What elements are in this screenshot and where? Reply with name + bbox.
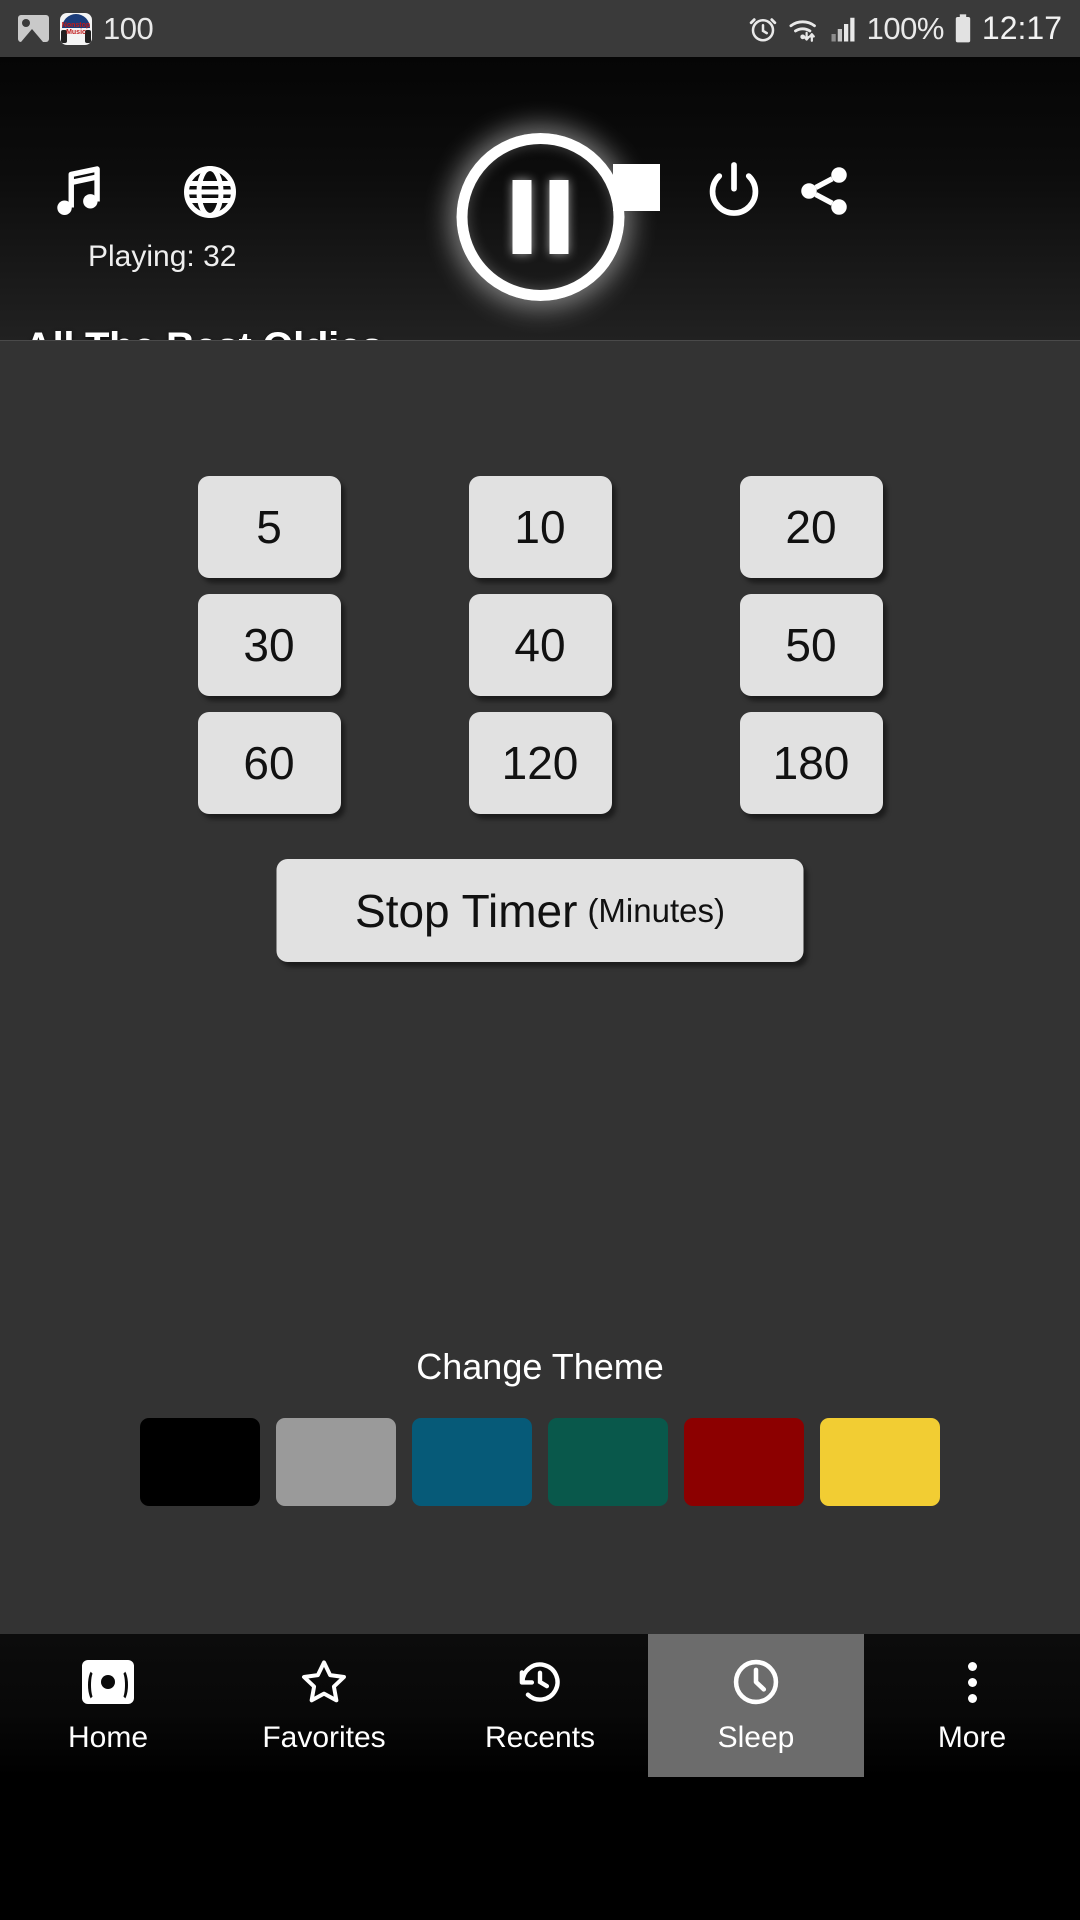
- playing-status-label: Playing: 32: [88, 240, 237, 273]
- share-icon[interactable]: [793, 161, 855, 221]
- nav-item-recents[interactable]: Recents: [432, 1634, 648, 1777]
- timer-preset-button[interactable]: 120: [468, 712, 612, 814]
- globe-icon[interactable]: [180, 162, 240, 222]
- theme-swatch-yellow[interactable]: [820, 1418, 940, 1506]
- theme-swatch-black[interactable]: [140, 1418, 260, 1506]
- nav-label-favorites: Favorites: [262, 1721, 386, 1754]
- status-bar-right: 100% 12:17: [748, 10, 1062, 47]
- pause-icon[interactable]: [456, 132, 624, 301]
- status-bar-left: Nonstop Music 100: [18, 10, 154, 47]
- timer-preset-button[interactable]: 180: [739, 712, 883, 814]
- power-icon[interactable]: [703, 159, 765, 221]
- stop-timer-button[interactable]: Stop Timer (Minutes): [276, 859, 804, 962]
- player-bar: Playing: 32 All The Best Oldies: [0, 57, 1080, 369]
- stop-icon[interactable]: [613, 164, 660, 211]
- nav-label-recents: Recents: [484, 1721, 596, 1754]
- theme-swatch-green[interactable]: [548, 1418, 668, 1506]
- app-icon-line1: Nonstop: [61, 21, 91, 29]
- theme-swatch-red[interactable]: [684, 1418, 804, 1506]
- nav-item-home[interactable]: Home: [0, 1634, 216, 1777]
- battery-icon: [955, 13, 971, 42]
- stop-timer-unit: (Minutes): [587, 891, 725, 929]
- nav-item-more[interactable]: More: [864, 1634, 1080, 1777]
- timer-row: 60 120 180: [197, 712, 883, 814]
- timer-row: 5 10 20: [197, 476, 883, 578]
- nav-label-sleep: Sleep: [717, 1721, 795, 1754]
- sleep-panel: 5 10 20 30 40 50 60 120 180 Stop Timer (…: [0, 340, 1080, 1777]
- timer-row: 30 40 50: [197, 594, 883, 696]
- gallery-icon: [18, 15, 49, 42]
- player-controls: [0, 57, 1080, 301]
- overflow-menu-icon: [967, 1656, 977, 1708]
- wifi-icon: [789, 19, 816, 42]
- timer-preset-button[interactable]: 5: [197, 476, 341, 578]
- timer-preset-button[interactable]: 30: [197, 594, 341, 696]
- timer-preset-grid: 5 10 20 30 40 50 60 120 180: [0, 476, 1080, 814]
- battery-percent: 100%: [866, 10, 945, 46]
- status-bar: Nonstop Music 100 100% 12:17: [0, 0, 1080, 57]
- signal-icon: [831, 17, 855, 41]
- theme-swatch-row: [0, 1418, 1080, 1506]
- broadcast-icon: [82, 1656, 134, 1708]
- notification-count: 100: [103, 10, 154, 46]
- stop-timer-label: Stop Timer: [355, 884, 578, 937]
- alarm-icon: [749, 17, 776, 41]
- theme-swatch-gray[interactable]: [276, 1418, 396, 1506]
- history-clock-icon: [514, 1656, 566, 1708]
- bottom-navigation: Home Favorites Recents Sleep More: [0, 1634, 1080, 1777]
- star-icon: [298, 1656, 350, 1708]
- timer-preset-button[interactable]: 10: [468, 476, 612, 578]
- nav-label-more: More: [937, 1721, 1007, 1754]
- clock-time: 12:17: [981, 10, 1062, 46]
- timer-preset-button[interactable]: 60: [197, 712, 341, 814]
- nav-item-favorites[interactable]: Favorites: [216, 1634, 432, 1777]
- timer-preset-button[interactable]: 50: [739, 594, 883, 696]
- clock-icon: [730, 1656, 782, 1708]
- timer-preset-button[interactable]: 20: [739, 476, 883, 578]
- nonstop-music-app-icon: Nonstop Music: [60, 12, 92, 45]
- music-note-icon[interactable]: [48, 159, 110, 225]
- nav-item-sleep[interactable]: Sleep: [648, 1634, 864, 1777]
- nav-label-home: Home: [67, 1721, 149, 1754]
- change-theme-label: Change Theme: [416, 1346, 664, 1387]
- app-icon-line2: Music: [66, 28, 86, 36]
- theme-swatch-blue[interactable]: [412, 1418, 532, 1506]
- timer-preset-button[interactable]: 40: [468, 594, 612, 696]
- pause-button[interactable]: [443, 119, 638, 314]
